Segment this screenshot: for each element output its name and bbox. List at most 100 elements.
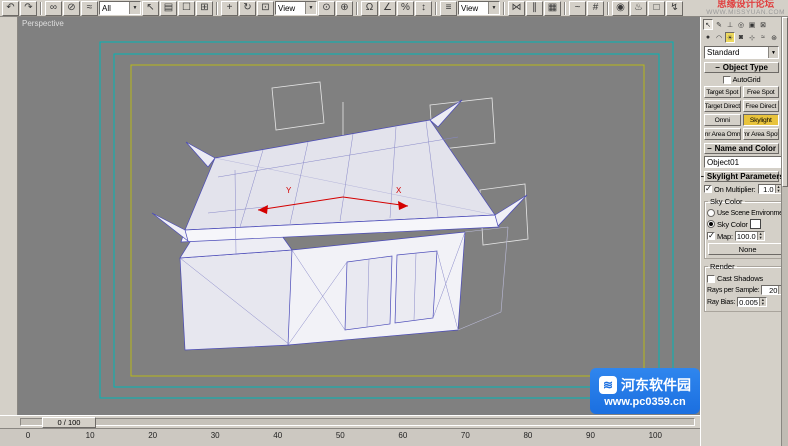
select-and-scale-icon[interactable]: ⊡	[257, 1, 274, 16]
sky-color-swatch[interactable]	[750, 219, 761, 229]
rays-per-sample-row: Rays per Sample: 20 ▴ ▾	[707, 285, 781, 295]
frame-number: 20	[148, 431, 157, 440]
rays-per-sample-spinner[interactable]: 20 ▴ ▾	[761, 285, 781, 295]
select-and-manipulate-icon[interactable]: ⊕	[336, 1, 353, 16]
cast-shadows-checkbox[interactable]	[707, 275, 715, 283]
use-scene-environment-label: Use Scene Environment	[717, 210, 781, 217]
align-icon[interactable]: ∥	[526, 1, 543, 16]
material-editor-icon[interactable]: ◉	[612, 1, 629, 16]
time-slider[interactable]: 0 / 100	[42, 417, 96, 428]
spinner-down-icon[interactable]: ▾	[758, 236, 764, 240]
selection-filter-dropdown[interactable]: All▼	[99, 1, 141, 15]
time-slider-track[interactable]: 0 / 100	[0, 415, 700, 428]
curve-editor-icon[interactable]: ~	[569, 1, 586, 16]
layer-manager-icon[interactable]: ▦	[544, 1, 561, 16]
select-and-link-icon[interactable]: ∞	[45, 1, 62, 16]
render-frame-icon[interactable]: □	[648, 1, 665, 16]
free-spot-button[interactable]: Free Spot	[743, 86, 780, 98]
omni-button[interactable]: Omni	[704, 114, 741, 126]
on-multiplier-row: ✓ On Multiplier: 1.0 ▴ ▾	[704, 184, 779, 194]
radio-dot-icon	[709, 222, 713, 226]
mirror-icon[interactable]: ⋈	[508, 1, 525, 16]
mr-area-spot-button[interactable]: mr Area Spot	[743, 128, 780, 140]
object-name-input[interactable]	[704, 156, 781, 168]
unlink-selection-icon[interactable]: ⊘	[63, 1, 80, 16]
frame-number: 70	[461, 431, 470, 440]
multiplier-spinner[interactable]: 1.0 ▴ ▾	[758, 184, 781, 194]
rectangular-selection-icon[interactable]: ☐	[178, 1, 195, 16]
tab-display-icon[interactable]: ▣	[747, 19, 757, 30]
redo-icon[interactable]: ↷	[20, 1, 37, 16]
render-setup-icon[interactable]: ♨	[630, 1, 647, 16]
snap-toggle-icon[interactable]: Ω	[361, 1, 378, 16]
name-color-rollout-header[interactable]: − Name and Color	[704, 143, 779, 154]
frame-number: 80	[523, 431, 532, 440]
map-amount-spinner[interactable]: 100.0 ▴ ▾	[735, 231, 765, 241]
map-checkbox[interactable]: ✓	[707, 232, 715, 240]
select-and-rotate-icon[interactable]: ↻	[239, 1, 256, 16]
reference-coordinate-dropdown[interactable]: View▼	[275, 1, 317, 15]
bind-to-space-warp-icon[interactable]: ≈	[81, 1, 98, 16]
pc0359-logo-icon: ≋	[599, 376, 617, 394]
toolbar-separator	[435, 2, 437, 15]
house-model[interactable]	[152, 100, 527, 350]
tab-hierarchy-icon[interactable]: ⊥	[725, 19, 735, 30]
command-panel: ↖✎⊥◎▣⊠ ●◠☀◙⊹≈⊛ Standard ▼ − Object Type …	[700, 17, 788, 446]
select-object-icon[interactable]: ↖	[142, 1, 159, 16]
category-shapes-icon[interactable]: ◠	[714, 32, 724, 43]
spinner-arrows-icon[interactable]: ▴ ▾	[759, 298, 766, 306]
ray-bias-spinner[interactable]: 0.005 ▴ ▾	[737, 297, 767, 307]
angle-snap-icon[interactable]: ∠	[379, 1, 396, 16]
toolbar-separator	[216, 2, 218, 15]
tab-utilities-icon[interactable]: ⊠	[758, 19, 768, 30]
skylight-params-rollout-header[interactable]: − Skylight Parameters	[704, 171, 779, 182]
sky-color-radio[interactable]	[707, 220, 715, 228]
viewport-3d-scene: Y X	[18, 17, 700, 415]
category-systems-icon[interactable]: ⊛	[769, 32, 779, 43]
category-cameras-icon[interactable]: ◙	[736, 32, 746, 43]
mr-area-omni-button[interactable]: mr Area Omni	[704, 128, 741, 140]
window-crossing-icon[interactable]: ⊞	[196, 1, 213, 16]
track-bar[interactable]: 0102030405060708090100	[0, 428, 700, 446]
panel-scrollbar[interactable]	[781, 17, 788, 446]
undo-icon[interactable]: ↶	[2, 1, 19, 16]
named-selection-dropdown[interactable]: View▼	[458, 1, 500, 15]
schematic-view-icon[interactable]: #	[587, 1, 604, 16]
watermark-missyuan-url: WWW.MISSYUAN.COM	[706, 10, 785, 17]
dropdown-arrow-icon[interactable]: ▼	[488, 2, 499, 14]
category-space-warps-icon[interactable]: ≈	[758, 32, 768, 43]
use-scene-environment-radio[interactable]	[707, 209, 715, 217]
toolbar-separator	[607, 2, 609, 15]
select-by-name-icon[interactable]: ▤	[160, 1, 177, 16]
spinner-down-icon[interactable]: ▾	[760, 302, 766, 306]
main-toolbar: ↶↷∞⊘≈All▼↖▤☐⊞+↻⊡View▼⊙⊕Ω∠%↕≡View▼⋈∥▦~#◉♨…	[0, 0, 788, 17]
category-geometry-icon[interactable]: ●	[703, 32, 713, 43]
spinner-arrows-icon[interactable]: ▴ ▾	[757, 232, 764, 240]
free-direct-button[interactable]: Free Direct	[743, 100, 780, 112]
tab-motion-icon[interactable]: ◎	[736, 19, 746, 30]
scrollbar-thumb[interactable]	[782, 17, 788, 187]
frame-number: 0	[24, 431, 32, 440]
object-type-rollout-header[interactable]: − Object Type	[704, 62, 779, 73]
category-lights-icon[interactable]: ☀	[725, 32, 735, 43]
target-direct-button[interactable]: Target Direct	[704, 100, 741, 112]
skylight-button[interactable]: Skylight	[743, 114, 780, 126]
on-checkbox[interactable]: ✓	[704, 185, 712, 193]
tab-create-icon[interactable]: ↖	[703, 19, 713, 30]
target-spot-button[interactable]: Target Spot	[704, 86, 741, 98]
tab-modify-icon[interactable]: ✎	[714, 19, 724, 30]
viewport-label[interactable]: Perspective	[22, 19, 64, 28]
select-and-move-icon[interactable]: +	[221, 1, 238, 16]
spinner-snap-icon[interactable]: ↕	[415, 1, 432, 16]
use-pivot-center-icon[interactable]: ⊙	[318, 1, 335, 16]
map-none-button[interactable]: None	[708, 243, 781, 255]
dropdown-arrow-icon[interactable]: ▼	[305, 2, 316, 14]
autogrid-checkbox[interactable]	[723, 76, 731, 84]
category-helpers-icon[interactable]: ⊹	[747, 32, 757, 43]
perspective-viewport[interactable]: Perspective	[18, 17, 700, 415]
light-type-dropdown[interactable]: Standard ▼	[704, 46, 779, 59]
named-selection-sets-icon[interactable]: ≡	[440, 1, 457, 16]
percent-snap-icon[interactable]: %	[397, 1, 414, 16]
dropdown-arrow-icon[interactable]: ▼	[129, 2, 140, 14]
quick-render-icon[interactable]: ↯	[666, 1, 683, 16]
